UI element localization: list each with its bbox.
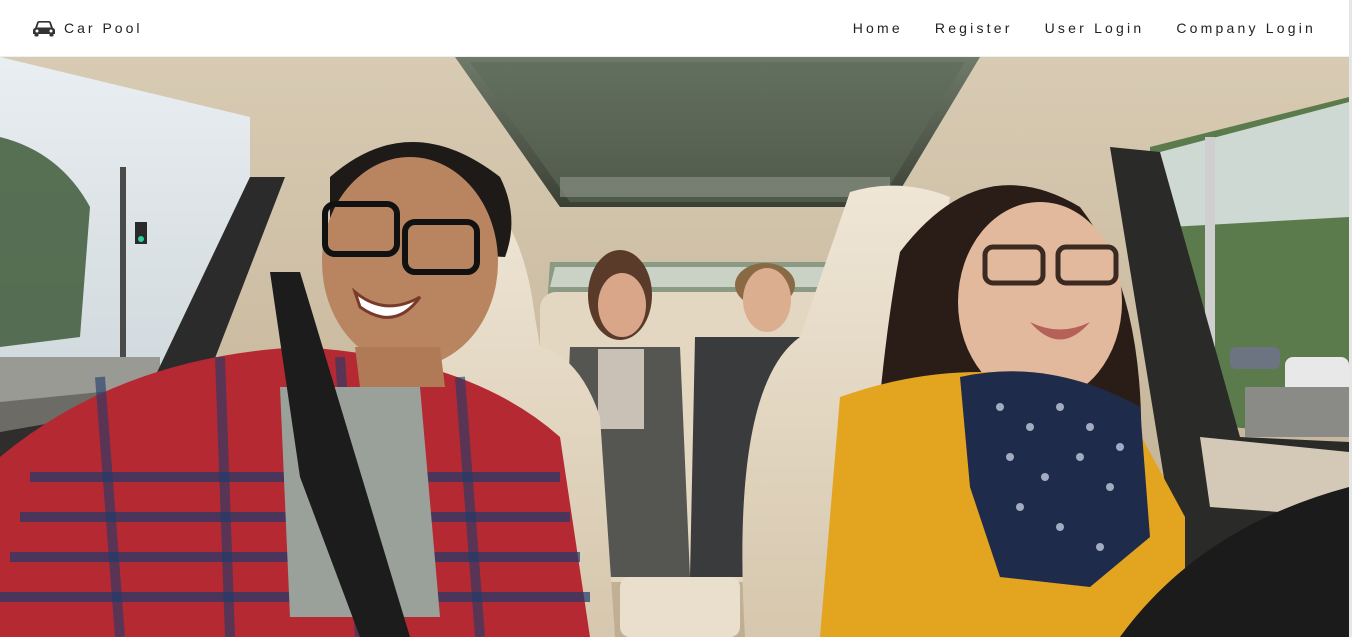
nav-links: Home Register User Login Company Login bbox=[853, 20, 1316, 36]
nav-link-register[interactable]: Register bbox=[935, 20, 1013, 36]
brand-label: Car Pool bbox=[64, 20, 143, 36]
nav-link-home[interactable]: Home bbox=[853, 20, 903, 36]
hero-image bbox=[0, 57, 1349, 637]
nav-link-company-login[interactable]: Company Login bbox=[1176, 20, 1316, 36]
navbar: Car Pool Home Register User Login Compan… bbox=[0, 0, 1352, 57]
car-interior-photo bbox=[0, 57, 1349, 637]
car-icon bbox=[32, 19, 56, 37]
nav-link-user-login[interactable]: User Login bbox=[1045, 20, 1145, 36]
brand[interactable]: Car Pool bbox=[32, 19, 142, 37]
